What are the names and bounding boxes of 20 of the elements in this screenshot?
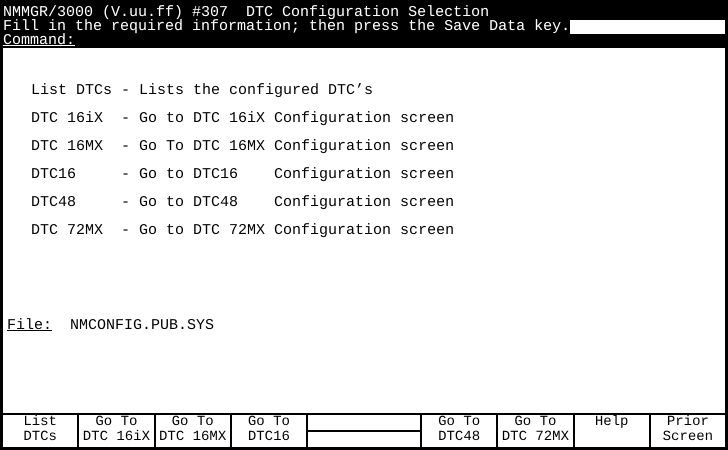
menu-option: DTC 72MX - Go to DTC 72MX Configuration screen: [31, 224, 725, 252]
command-label: Command:: [3, 34, 76, 48]
menu-option: DTC 16MX - Go To DTC 16MX Configuration screen: [31, 140, 725, 168]
file-label: File:: [7, 319, 52, 333]
function-key[interactable]: Go To DTC 16MX: [156, 415, 230, 447]
function-key[interactable]: List DTCs: [3, 415, 78, 447]
function-key[interactable]: Go To DTC48: [422, 415, 496, 447]
file-name: NMCONFIG.PUB.SYS: [70, 319, 214, 333]
function-key[interactable]: Go To DTC16: [232, 415, 306, 447]
screen-title: NMMGR/3000 (V.uu.ff) #307 DTC Configuration Selection: [3, 6, 490, 20]
menu-option: DTC16 - Go to DTC16 Configuration screen: [31, 168, 725, 196]
blank-function-key[interactable]: [308, 415, 420, 447]
menu-option: List DTCs - Lists the configured DTC’s: [31, 84, 725, 112]
function-key[interactable]: Prior Screen: [650, 415, 725, 447]
function-key[interactable]: Go To DTC 16iX: [79, 415, 154, 447]
function-key[interactable]: Go To DTC 72MX: [498, 415, 572, 447]
status-message: Fill in the required information; then press the Save Data key.: [3, 20, 570, 34]
menu-option: DTC48 - Go to DTC48 Configuration screen: [31, 196, 725, 224]
function-key[interactable]: Help: [574, 415, 649, 447]
menu-option: DTC 16iX - Go to DTC 16iX Configuration screen: [31, 112, 725, 140]
